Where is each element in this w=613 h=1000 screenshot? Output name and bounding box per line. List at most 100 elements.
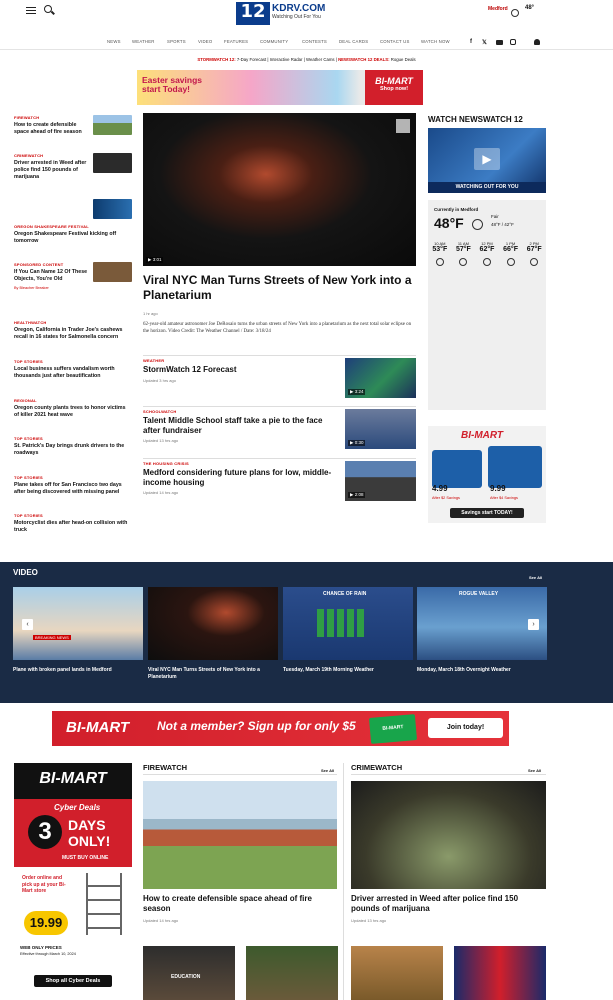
nav-features[interactable]: FEATURES: [224, 39, 248, 44]
video-caption[interactable]: Tuesday, March 19th Morning Weather: [283, 667, 411, 674]
sidebar-thumb[interactable]: [93, 153, 132, 173]
story-thumb[interactable]: ▶ 3:24: [345, 358, 416, 398]
sidebar-title[interactable]: Plane takes off for San Francisco two da…: [14, 482, 132, 496]
sidebar-item[interactable]: TOP STORIES Plane takes off for San Fran…: [14, 475, 132, 496]
weather-location: Currently in Medford: [434, 207, 479, 212]
join-today-button[interactable]: Join today!: [428, 718, 503, 738]
firewatch-heading[interactable]: FIREWATCH: [143, 763, 187, 772]
weather-sun-icon: [511, 4, 519, 22]
video-caption[interactable]: Viral NYC Man Turns Streets of New York …: [148, 667, 276, 681]
crimewatch-thumb[interactable]: [351, 946, 443, 1000]
shop-cyber-deals-button[interactable]: Shop all Cyber Deals: [34, 975, 112, 987]
sidebar-title[interactable]: Local business suffers vandalism worth t…: [14, 366, 132, 380]
carousel-prev-icon[interactable]: ‹: [22, 619, 33, 630]
easter-savings-ad[interactable]: Easter savings start Today! BI-MART Shop …: [137, 70, 423, 105]
nav-contests[interactable]: CONTESTS: [302, 39, 327, 44]
sidebar-title[interactable]: Oregon Shakespeare Festival kicking off …: [14, 231, 132, 245]
nav-deal-cards[interactable]: DEAL CARDS: [339, 39, 368, 44]
video-see-all-link[interactable]: See All: [529, 575, 542, 580]
nav-community[interactable]: COMMUNITY: [260, 39, 288, 44]
user-icon[interactable]: [534, 39, 540, 45]
bimart-cyber-deals-ad[interactable]: BI-MART Cyber Deals 3 DAYS ONLY! MUST BU…: [14, 763, 132, 1000]
story-thumb[interactable]: ▶ 2:08: [345, 461, 416, 501]
nav-weather[interactable]: WEATHER: [132, 39, 155, 44]
subnav-7day[interactable]: 7-Day Forecast: [237, 57, 266, 62]
story-title[interactable]: Talent Middle School staff take a pie to…: [143, 416, 333, 435]
youtube-icon[interactable]: [496, 40, 503, 45]
story-title[interactable]: Medford considering future plans for low…: [143, 468, 338, 487]
subnav-cams[interactable]: Weather Cams: [306, 57, 335, 62]
ad-cta-button[interactable]: Savings start TODAY!: [450, 508, 524, 518]
sidebar-item-sponsored[interactable]: SPONSORED CONTENT If You Can Name 12 Of …: [14, 262, 132, 290]
x-icon[interactable]: 𝕏: [482, 39, 487, 46]
nav-watch-now[interactable]: WATCH NOW: [421, 39, 450, 44]
sidebar-title[interactable]: How to create defensible space ahead of …: [14, 122, 88, 136]
firewatch-thumb[interactable]: [246, 946, 338, 1000]
crimewatch-thumb[interactable]: [454, 946, 546, 1000]
sidebar-thumb[interactable]: [93, 199, 132, 219]
site-logo[interactable]: 12: [236, 2, 270, 25]
sidebar-item[interactable]: OREGON SHAKESPEARE FESTIVAL Oregon Shake…: [14, 224, 132, 245]
sidebar-title[interactable]: Motorcyclist dies after head-on collisio…: [14, 520, 132, 534]
search-icon[interactable]: [44, 5, 52, 13]
nav-video[interactable]: VIDEO: [198, 39, 212, 44]
sidebar-item[interactable]: CRIMEWATCH Driver arrested in Weed after…: [14, 153, 132, 181]
video-caption[interactable]: Plane with broken panel lands in Medford: [13, 667, 141, 674]
nav-contact-us[interactable]: CONTACT US: [380, 39, 410, 44]
story-thumb[interactable]: ▶ 0:30: [345, 409, 416, 449]
sidebar-title[interactable]: Driver arrested in Weed after police fin…: [14, 160, 88, 181]
sidebar-item[interactable]: TOP STORIES Local business suffers vanda…: [14, 359, 132, 380]
sponsor-credit[interactable]: By Bleacher Breaker: [14, 286, 132, 290]
sidebar-kicker: OREGON SHAKESPEARE FESTIVAL: [14, 224, 89, 229]
crimewatch-heading[interactable]: CRIMEWATCH: [351, 763, 402, 772]
crimewatch-see-all[interactable]: See All: [528, 768, 541, 773]
sidebar-thumb[interactable]: [93, 115, 132, 135]
site-logo-text[interactable]: KDRV.COM: [272, 3, 325, 14]
instagram-icon[interactable]: [510, 39, 516, 45]
sidebar-title[interactable]: St. Patrick's Day brings drunk drivers t…: [14, 443, 132, 457]
crimewatch-date: Updated 13 hrs ago: [351, 918, 387, 923]
sidebar-title[interactable]: If You Can Name 12 Of These Objects, You…: [14, 269, 88, 283]
banner-tagline: Not a member? Sign up for only $5: [157, 719, 356, 733]
hero-title[interactable]: Viral NYC Man Turns Streets of New York …: [143, 273, 416, 303]
live-video-player[interactable]: ▶ WATCHING OUT FOR YOU: [428, 128, 546, 193]
story-item[interactable]: THE HOUSING CRISIS Medford considering f…: [143, 458, 416, 508]
bimart-member-banner[interactable]: BI-MART Not a member? Sign up for only $…: [52, 711, 509, 746]
sidebar-item[interactable]: REGIONAL Oregon county plants trees to h…: [14, 398, 132, 419]
firewatch-thumb[interactable]: EDUCATION: [143, 946, 235, 1000]
bimart-tote-ad[interactable]: BI-MART 4.99 After $2 Savings 9.99 After…: [428, 426, 546, 523]
header-location[interactable]: Medford: [488, 6, 508, 12]
story-item[interactable]: WEATHER StormWatch 12 Forecast Updated 3…: [143, 355, 416, 398]
sidebar-title[interactable]: Oregon county plants trees to honor vict…: [14, 405, 132, 419]
sidebar-title[interactable]: Oregon, California in Trader Joe's cashe…: [14, 327, 132, 341]
story-item[interactable]: SCHOOLWATCH Talent Middle School staff t…: [143, 406, 416, 454]
crimewatch-title[interactable]: Driver arrested in Weed after police fin…: [351, 894, 544, 913]
firewatch-image[interactable]: [143, 781, 337, 889]
sidebar-item[interactable]: FIREWATCH How to create defensible space…: [14, 115, 132, 136]
subnav-radar[interactable]: Interactive Radar: [270, 57, 303, 62]
video-card[interactable]: CHANCE OF RAIN: [283, 587, 413, 660]
subnav-rogue-deals[interactable]: Rogue Deals: [391, 57, 416, 62]
menu-icon[interactable]: [26, 7, 36, 14]
video-duration-badge: ▶ 3:24: [348, 389, 366, 395]
firewatch-see-all[interactable]: See All: [321, 768, 334, 773]
video-caption[interactable]: Monday, March 18th Overnight Weather: [417, 667, 545, 674]
firewatch-title[interactable]: How to create defensible space ahead of …: [143, 894, 336, 913]
sidebar-thumb[interactable]: [93, 262, 132, 282]
facebook-icon[interactable]: f: [470, 39, 472, 45]
hour-item: 10 AM 53°F: [432, 241, 447, 271]
ad-bimart-panel: BI-MART Shop now!: [365, 70, 423, 105]
nav-news[interactable]: NEWS: [107, 39, 121, 44]
sidebar-item[interactable]: TOP STORIES Motorcyclist dies after head…: [14, 513, 132, 534]
video-card[interactable]: [148, 587, 278, 660]
play-icon[interactable]: ▶: [474, 148, 500, 170]
crimewatch-image[interactable]: [351, 781, 546, 889]
nav-sports[interactable]: SPORTS: [167, 39, 186, 44]
hero-video[interactable]: ▶ 3:01: [143, 113, 416, 266]
deals-label: NEWSWATCH 12 DEALS:: [338, 57, 390, 62]
sidebar-item[interactable]: TOP STORIES St. Patrick's Day brings dru…: [14, 436, 132, 457]
carousel-next-icon[interactable]: ›: [528, 619, 539, 630]
story-title[interactable]: StormWatch 12 Forecast: [143, 365, 333, 375]
hour-item: 2 PM 67°F: [527, 241, 542, 271]
sidebar-item[interactable]: HEALTHWATCH Oregon, California in Trader…: [14, 320, 132, 341]
